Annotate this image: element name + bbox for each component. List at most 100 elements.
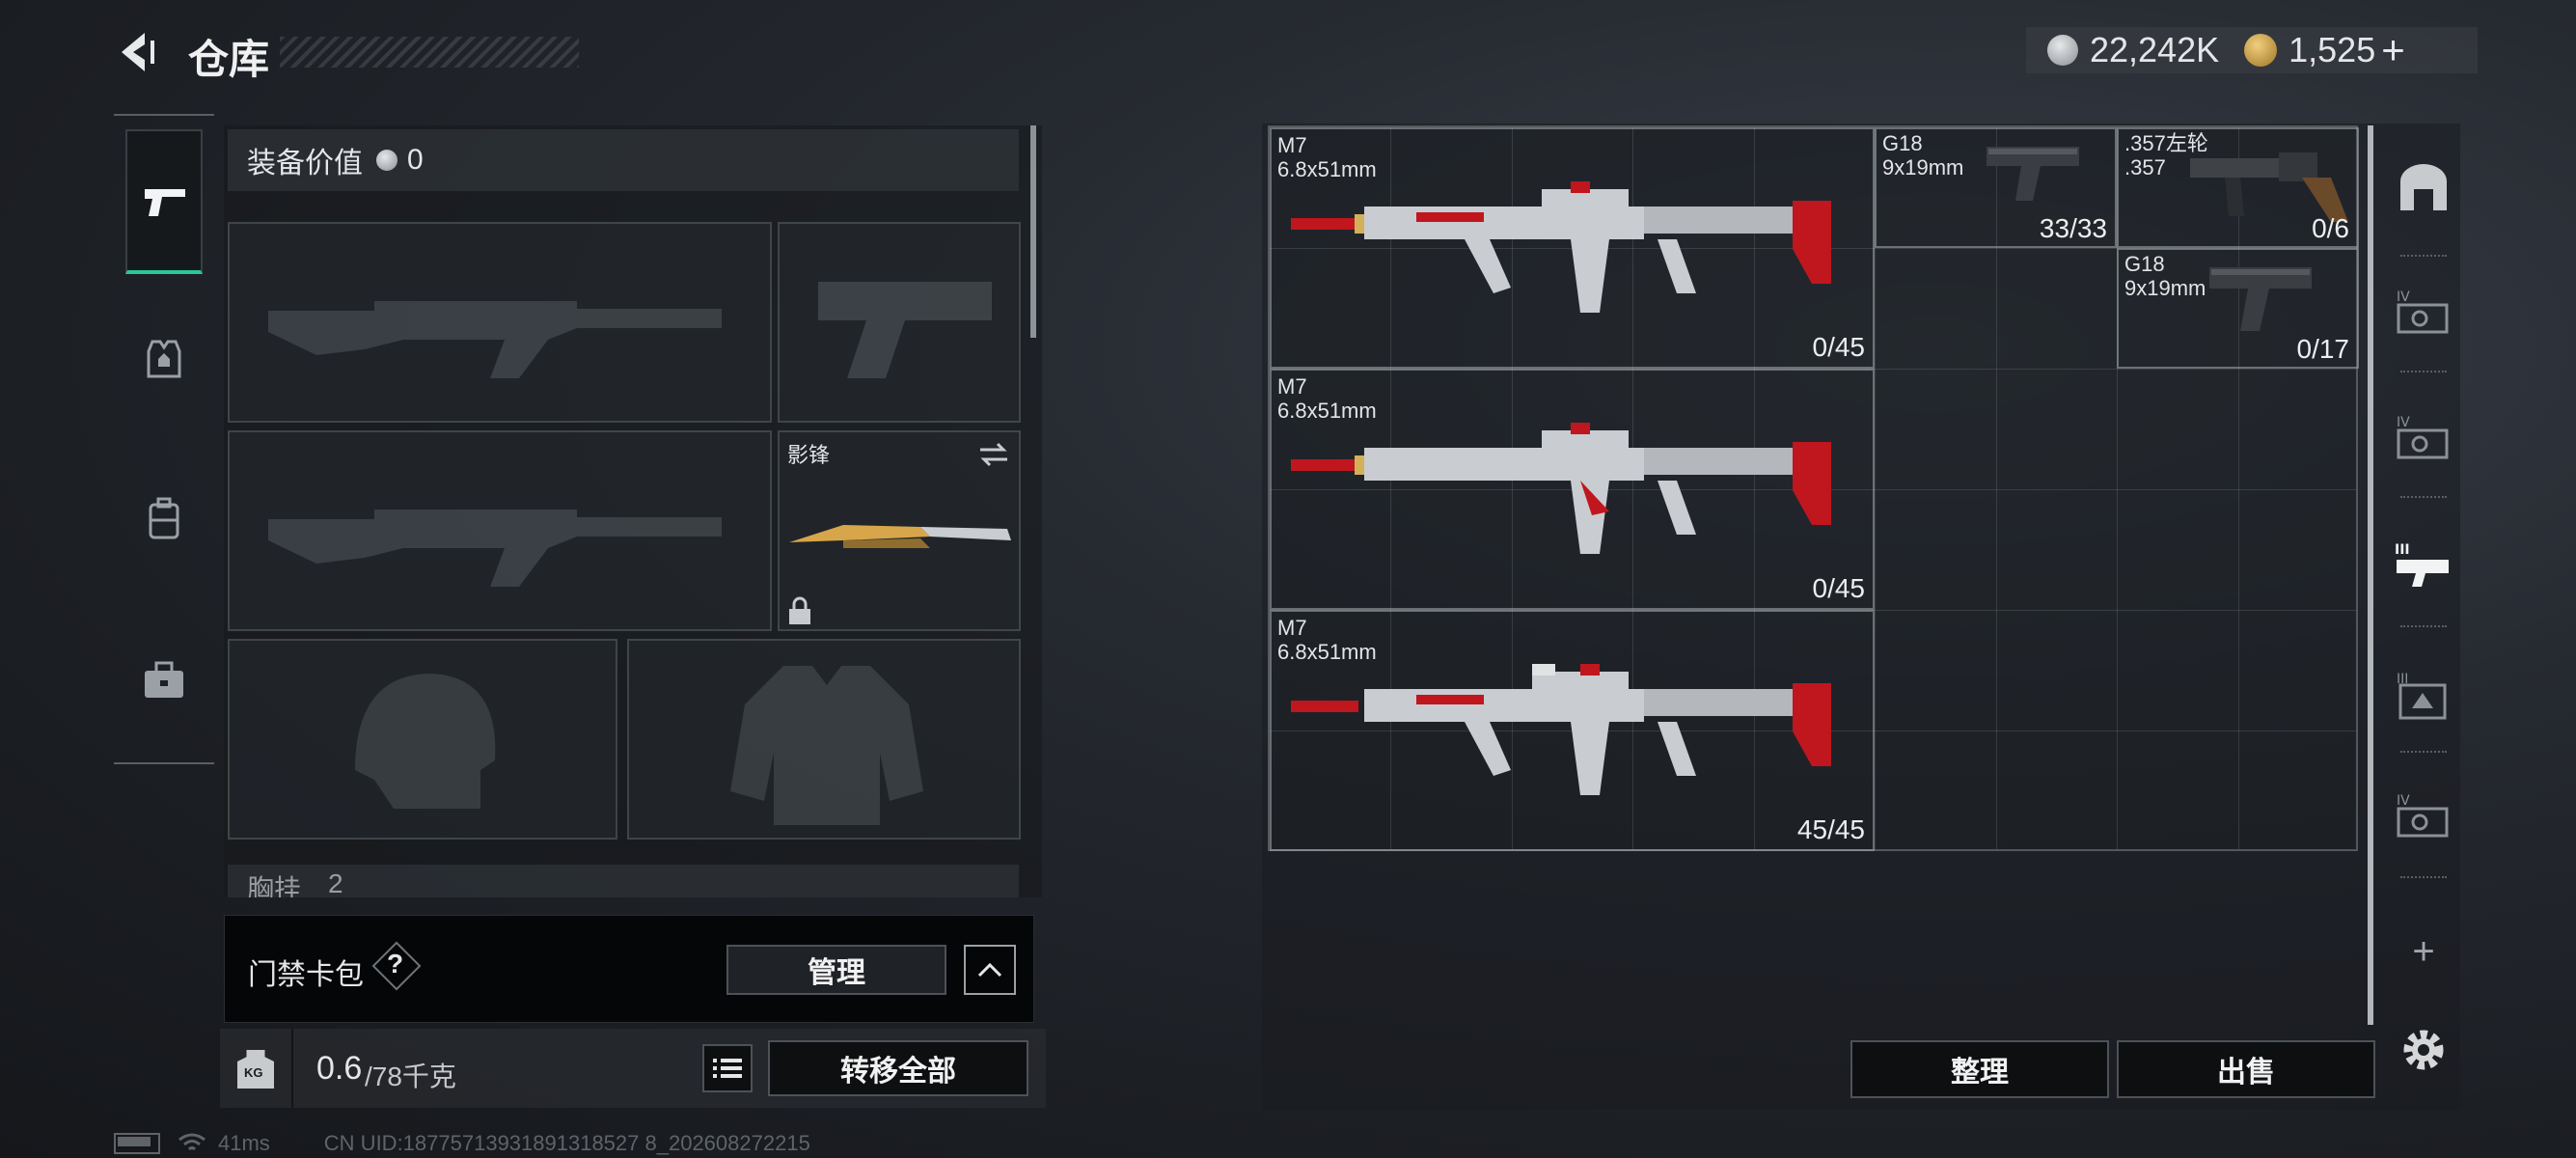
item-name: M7 (1277, 133, 1307, 157)
stash-item-pistol[interactable]: G18 9x19mm 0/17 (2117, 248, 2359, 369)
loadout-scrollbar[interactable] (1030, 125, 1036, 338)
tab-weapons[interactable] (125, 129, 203, 274)
storage-box-icon: IV (2397, 793, 2449, 838)
armor-vest-icon (147, 340, 181, 378)
stash-tab-box-5[interactable]: IV (2387, 791, 2460, 841)
helmet-slot[interactable] (228, 639, 617, 840)
tab-backpack[interactable] (114, 497, 214, 541)
stash-scrollbar[interactable] (2368, 125, 2373, 1025)
stash-tab-box-2[interactable]: IV (2387, 413, 2460, 463)
battery-icon (114, 1133, 160, 1154)
helmet-silhouette-icon (355, 674, 496, 809)
rifle-silhouette-icon (268, 301, 722, 378)
swap-icon[interactable] (976, 440, 1011, 469)
rifle-silhouette-icon (268, 510, 722, 587)
item-ammo: 33/33 (2039, 213, 2107, 243)
chevron-up-icon (977, 962, 1002, 978)
collapse-button[interactable] (964, 945, 1016, 995)
item-ammo: 0/45 (1812, 573, 1866, 603)
sidearm-slot[interactable] (778, 222, 1021, 423)
armor-box-icon: III (2397, 672, 2447, 720)
item-name: G18 (2124, 252, 2165, 276)
item-name: M7 (1277, 374, 1307, 399)
g18-pistol-icon (2209, 267, 2312, 331)
chest-rig-label: 胸挂 (247, 874, 302, 897)
pistol-icon (145, 189, 185, 216)
storage-box-icon: IV (2397, 290, 2449, 334)
silver-coin-icon (2047, 35, 2078, 66)
stash-grid: M7 6.8x51mm 0/45 M7 6.8x51mm 0/45 M7 6.8… (1268, 125, 2359, 851)
add-currency-button[interactable]: + (2381, 27, 2405, 73)
stash-item-pistol[interactable]: G18 9x19mm 33/33 (1875, 127, 2117, 248)
armor-silhouette-icon (730, 666, 923, 825)
weight-divider (291, 1029, 293, 1108)
melee-name: 影锋 (787, 443, 831, 467)
stash-tab-rail: IV IV III III IV + (2387, 124, 2460, 973)
primary-weapon-slot[interactable] (228, 222, 772, 423)
body-armor-slot[interactable] (627, 639, 1021, 840)
weight-current: 0.6 (316, 1050, 363, 1087)
gold-amount: 1,525 (2288, 30, 2376, 69)
manage-button[interactable]: 管理 (726, 945, 946, 995)
transfer-all-button[interactable]: 转移全部 (768, 1040, 1028, 1096)
currency-bar[interactable]: 22,242K 1,525 + (2026, 27, 2478, 73)
svg-text:III: III (2395, 542, 2410, 558)
stash-item-rifle[interactable]: M7 6.8x51mm 45/45 (1270, 610, 1875, 851)
stash-item-rifle[interactable]: M7 6.8x51mm 0/45 (1270, 127, 1875, 369)
item-caliber: 9x19mm (1882, 155, 1964, 179)
secondary-weapon-slot[interactable] (228, 430, 772, 631)
page-title: 仓库 (188, 37, 270, 82)
warehouse-icon (2400, 164, 2447, 210)
help-icon: ? (387, 949, 404, 979)
item-name: G18 (1882, 131, 1923, 155)
stash-tab-box-1[interactable]: IV (2387, 288, 2460, 338)
card-pack-bar: 门禁卡包 ? 管理 (224, 915, 1034, 1023)
wifi-icon (178, 1133, 206, 1151)
sell-button[interactable]: 出售 (2117, 1040, 2375, 1098)
stash-item-revolver[interactable]: .357左轮 .357 0/6 (2117, 127, 2359, 248)
equipment-value: 0 (407, 144, 424, 176)
back-button[interactable] (114, 27, 162, 77)
lock-icon (789, 596, 810, 624)
gold-coin-icon (2244, 34, 2278, 67)
loadout-panel: 装备价值 0 影锋 胸挂 2 (224, 125, 1042, 897)
stash-tab-box-4[interactable]: III (2387, 670, 2460, 720)
melee-slot[interactable]: 影锋 (778, 430, 1021, 631)
settings-button[interactable] (2395, 1021, 2453, 1079)
m7-rifle-icon (1291, 181, 1831, 313)
item-name: M7 (1277, 616, 1307, 640)
list-view-button[interactable] (702, 1044, 753, 1092)
gear-icon (2403, 1030, 2444, 1070)
svg-text:IV: IV (2397, 415, 2410, 430)
pistol-silhouette-icon (818, 282, 992, 378)
m7-rifle-icon (1291, 423, 1831, 554)
stash-item-rifle[interactable]: M7 6.8x51mm 0/45 (1270, 369, 1875, 610)
status-bar: 41ms CN UID:18775713931891318527 8_20260… (114, 1129, 810, 1158)
organize-button[interactable]: 整理 (1850, 1040, 2109, 1098)
stash-tab-box-3[interactable]: III (2387, 540, 2460, 591)
equipment-value-row: 装备价值 0 (228, 129, 1019, 191)
list-icon (713, 1059, 742, 1078)
chest-rig-count: 2 (328, 868, 343, 897)
chest-rig-header[interactable]: 胸挂 2 (228, 865, 1019, 897)
add-stash-tab-button[interactable]: + (2387, 930, 2460, 974)
silver-coin-icon (376, 150, 397, 171)
svg-text:IV: IV (2397, 793, 2410, 809)
weapon-box-icon: III (2395, 542, 2449, 587)
tab-armor[interactable] (114, 338, 214, 380)
storage-box-icon: IV (2397, 415, 2449, 459)
m7-rifle-icon (1291, 664, 1831, 795)
item-ammo: 0/6 (2312, 213, 2349, 243)
item-caliber: 9x19mm (2124, 276, 2206, 300)
item-ammo: 0/17 (2296, 334, 2350, 364)
tab-kit[interactable] (114, 661, 214, 700)
item-ammo: 0/45 (1812, 332, 1866, 362)
title-stripe (280, 37, 579, 68)
equipment-value-label: 装备价值 (247, 148, 363, 179)
svg-text:IV: IV (2397, 290, 2410, 305)
silver-amount: 22,242K (2090, 30, 2220, 69)
ping-value: 41ms (218, 1131, 270, 1155)
stash-tab-all[interactable] (2387, 162, 2460, 212)
weight-icon: KG (237, 1050, 274, 1089)
g18-pistol-icon (1987, 147, 2079, 201)
